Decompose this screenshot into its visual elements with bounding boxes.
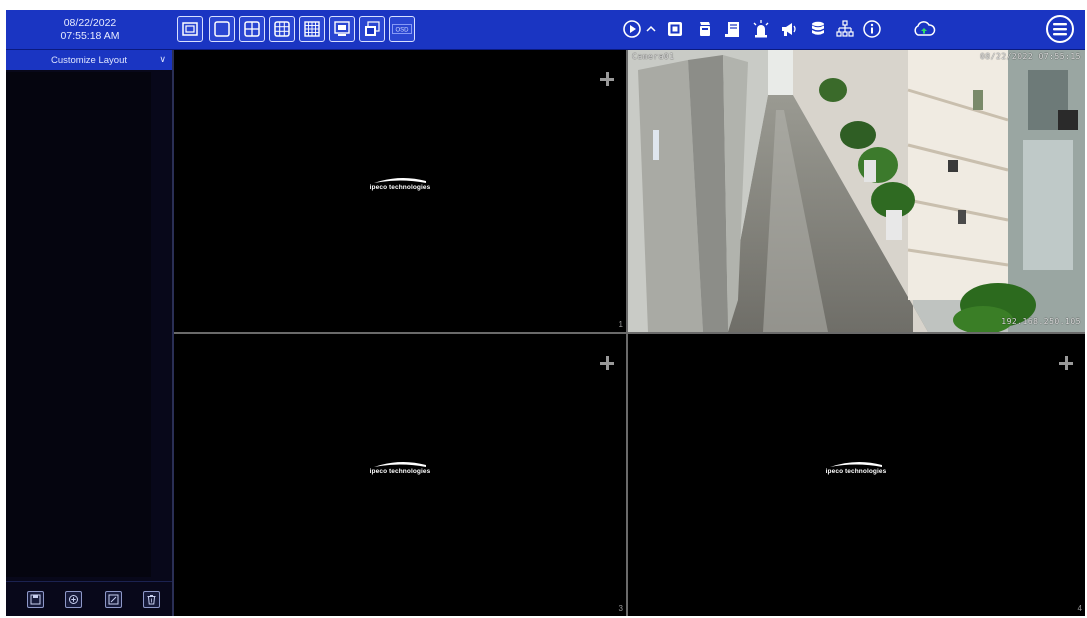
channel-icon bbox=[668, 22, 682, 36]
add-layout-icon bbox=[69, 595, 78, 604]
info-icon bbox=[863, 20, 881, 38]
layout-1-button[interactable] bbox=[209, 16, 235, 42]
camera-ip-osd: 192.168.250.105 bbox=[1001, 317, 1081, 326]
layout-16-icon bbox=[304, 21, 320, 37]
layout-9-icon bbox=[274, 21, 290, 37]
disk-icon bbox=[812, 21, 824, 35]
pane-number: 1 bbox=[618, 320, 623, 329]
video-pane-1[interactable]: ipeco technologies 1 bbox=[174, 50, 626, 332]
save-layout-icon bbox=[30, 594, 41, 605]
layout-list[interactable] bbox=[6, 72, 151, 577]
top-toolbar: 08/22/2022 07:55:18 AM OSD bbox=[6, 10, 1085, 50]
info-button[interactable] bbox=[859, 16, 885, 42]
alarm-button[interactable] bbox=[748, 16, 774, 42]
system-clock: 08/22/2022 07:55:18 AM bbox=[6, 10, 174, 49]
collapse-chevron-icon bbox=[646, 25, 656, 32]
layout-16-button[interactable] bbox=[299, 16, 325, 42]
fullscreen-single-icon bbox=[182, 22, 198, 36]
video-pane-3[interactable]: ipeco technologies 3 bbox=[174, 334, 626, 616]
ipeco-logo: ipeco technologies bbox=[816, 459, 896, 477]
nvr-live-view: 08/22/2022 07:55:18 AM OSD Customize Lay… bbox=[6, 10, 1085, 616]
add-camera-icon[interactable] bbox=[600, 72, 614, 86]
layout-1-icon bbox=[214, 21, 230, 37]
channel-button[interactable] bbox=[662, 16, 688, 42]
grid-divider-horizontal bbox=[174, 332, 1085, 334]
add-layout-button[interactable] bbox=[65, 591, 82, 608]
customize-layout-dropdown[interactable]: Customize Layout ∨ bbox=[6, 50, 172, 70]
rename-layout-button[interactable] bbox=[105, 591, 122, 608]
customize-layout-label: Customize Layout bbox=[50, 54, 128, 66]
collapse-toolbar-button[interactable] bbox=[643, 16, 659, 42]
fullscreen-single-button[interactable] bbox=[177, 16, 203, 42]
add-camera-icon[interactable] bbox=[1059, 356, 1073, 370]
delete-layout-button[interactable] bbox=[143, 591, 160, 608]
chevron-down-icon: ∨ bbox=[159, 54, 166, 64]
record-icon bbox=[700, 22, 710, 36]
camera-feed-image bbox=[628, 50, 1085, 332]
system-time: 07:55:18 AM bbox=[60, 29, 120, 42]
playback-icon bbox=[623, 20, 641, 38]
announce-icon bbox=[782, 23, 796, 36]
multi-window-icon bbox=[365, 21, 380, 36]
main-menu-button[interactable] bbox=[1044, 13, 1076, 45]
sequence-icon bbox=[334, 21, 350, 36]
layout-9-button[interactable] bbox=[269, 16, 295, 42]
network-icon bbox=[836, 20, 854, 37]
playback-button[interactable] bbox=[619, 16, 645, 42]
disk-button[interactable] bbox=[805, 16, 831, 42]
cloud-upgrade-button[interactable] bbox=[909, 16, 939, 42]
camera-name-osd: Camera01 bbox=[632, 52, 675, 61]
main-menu-icon bbox=[1046, 15, 1074, 43]
pane-number: 4 bbox=[1077, 604, 1082, 613]
osd-button[interactable]: OSD bbox=[389, 16, 415, 42]
rename-layout-icon bbox=[108, 594, 119, 605]
layout-4-icon bbox=[244, 21, 260, 37]
record-button[interactable] bbox=[692, 16, 718, 42]
log-icon bbox=[725, 22, 739, 37]
multi-window-button[interactable] bbox=[359, 16, 385, 42]
network-button[interactable] bbox=[832, 16, 858, 42]
video-pane-4[interactable]: ipeco technologies 4 bbox=[628, 334, 1085, 616]
sequence-button[interactable] bbox=[329, 16, 355, 42]
osd-icon: OSD bbox=[392, 24, 412, 34]
customize-layout-panel: Customize Layout ∨ bbox=[6, 50, 172, 616]
layout-4-button[interactable] bbox=[239, 16, 265, 42]
alarm-icon bbox=[753, 20, 769, 38]
save-layout-button[interactable] bbox=[27, 591, 44, 608]
cloud-upgrade-icon bbox=[914, 21, 936, 36]
sidebar-divider bbox=[172, 50, 174, 616]
announce-button[interactable] bbox=[776, 16, 802, 42]
pane-number: 3 bbox=[618, 604, 623, 613]
ipeco-logo: ipeco technologies bbox=[360, 175, 440, 193]
svg-text:OSD: OSD bbox=[395, 27, 409, 33]
camera-timestamp-osd: 08/22/2022 07:55:15 bbox=[979, 52, 1081, 61]
delete-layout-icon bbox=[147, 595, 156, 605]
system-date: 08/22/2022 bbox=[63, 16, 117, 29]
ipeco-logo: ipeco technologies bbox=[360, 459, 440, 477]
add-camera-icon[interactable] bbox=[600, 356, 614, 370]
video-pane-2[interactable]: Camera01 08/22/2022 07:55:15 192.168.250… bbox=[628, 50, 1085, 332]
log-button[interactable] bbox=[719, 16, 745, 42]
layout-actions bbox=[6, 581, 172, 616]
